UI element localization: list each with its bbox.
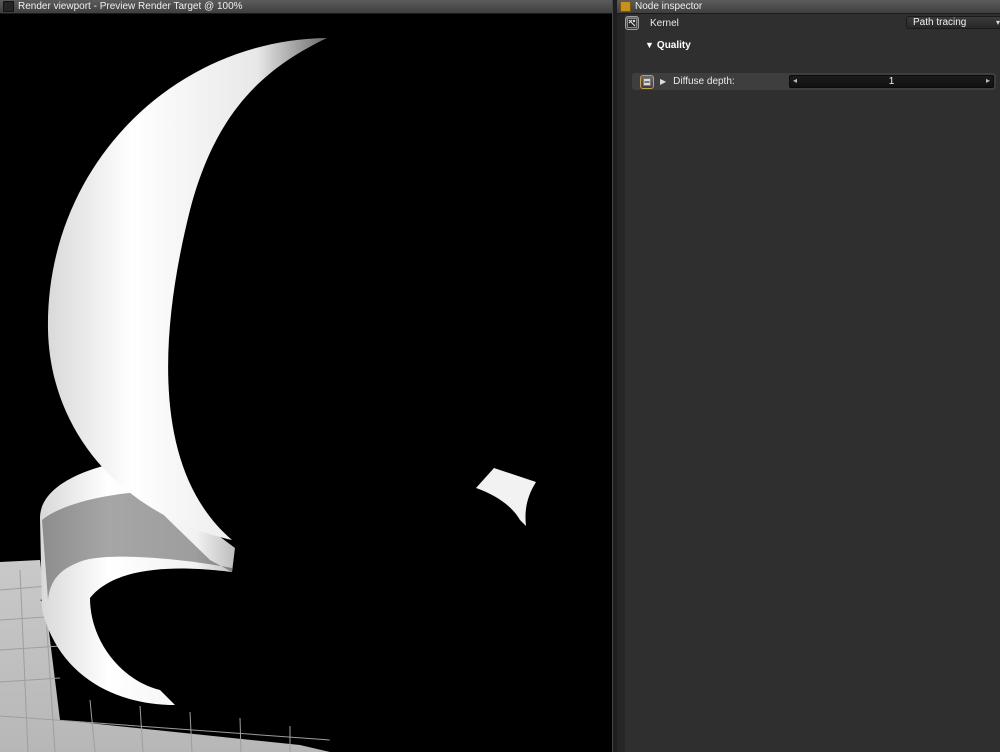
node-inspector: Node inspector Kernel Path tracing ▾ ▼ Q… xyxy=(617,0,1000,752)
diffuse-depth-row: ▶ Diffuse depth: ◂ 1 ▸ xyxy=(632,73,996,90)
quality-label: Quality xyxy=(656,39,691,51)
render-image xyxy=(0,14,612,752)
triangle-right-icon[interactable]: ▶ xyxy=(660,77,666,86)
minus-icon[interactable] xyxy=(640,74,654,89)
kernel-dropdown[interactable]: Path tracing ▾ xyxy=(906,16,1000,29)
collapse-triangle-icon[interactable]: ▼ xyxy=(645,40,654,50)
inspector-header: Node inspector xyxy=(617,0,1000,14)
arrow-right-icon[interactable]: ▸ xyxy=(986,76,990,85)
kernel-value: Path tracing xyxy=(913,17,967,28)
viewport-title: Render viewport - Preview Render Target … xyxy=(18,1,243,12)
inspector-title: Node inspector xyxy=(635,1,703,12)
diffuse-depth-label: Diffuse depth: xyxy=(673,76,735,87)
node-icon xyxy=(620,1,631,12)
kernel-row: Kernel Path tracing ▾ xyxy=(625,16,1000,30)
chevron-down-icon: ▾ xyxy=(995,18,1000,27)
render-viewport[interactable]: Render viewport - Preview Render Target … xyxy=(0,0,612,752)
diffuse-depth-slider[interactable]: ◂ 1 ▸ xyxy=(789,75,994,88)
viewport-header: Render viewport - Preview Render Target … xyxy=(0,0,612,14)
kernel-label: Kernel xyxy=(650,17,679,29)
inspector-gutter xyxy=(617,14,625,752)
arrow-left-icon[interactable]: ◂ xyxy=(793,76,797,85)
quality-section-header[interactable]: ▼ Quality xyxy=(625,38,1000,52)
diffuse-depth-value: 1 xyxy=(888,76,895,87)
node-graph-icon[interactable] xyxy=(625,16,639,30)
square-icon xyxy=(3,1,14,12)
